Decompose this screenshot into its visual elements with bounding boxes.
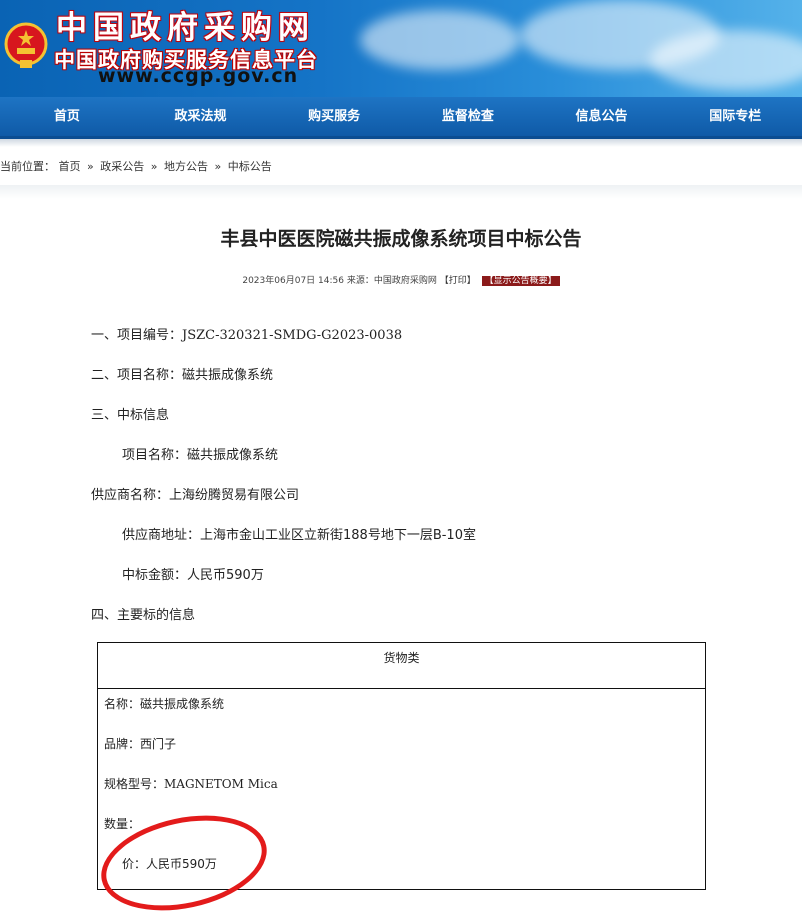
meta-source: 来源：中国政府采购网 [346,276,437,286]
breadcrumb-procurement-notices[interactable]: 政采公告 [100,160,144,173]
goods-quantity: 数量： [104,817,141,831]
national-emblem-icon [4,22,48,68]
breadcrumb-award-notices[interactable]: 中标公告 [228,160,272,173]
banner-cloud [360,10,520,70]
print-link[interactable]: 【打印】 [440,276,476,286]
supplier-name-line: 供应商名称：上海纷腾贸易有限公司 [91,488,300,503]
article-top-shadow [0,185,802,199]
goods-name: 名称：磁共振成像系统 [104,697,225,711]
goods-brand: 品牌：西门子 [104,737,177,751]
nav-shadow [0,139,802,147]
supplier-address-line: 供应商地址：上海市金山工业区立新街188号地下一层B-10室 [122,528,476,543]
goods-table-header: 货物类 [98,643,705,689]
breadcrumb-local-notices[interactable]: 地方公告 [164,160,208,173]
breadcrumb-home[interactable]: 首页 [59,160,81,173]
award-info-heading: 三、中标信息 [91,408,170,423]
project-name-line: 二、项目名称：磁共振成像系统 [91,368,274,383]
banner-cloud [650,30,802,90]
award-amount-line: 中标金额：人民币590万 [122,568,264,583]
breadcrumb-prefix: 当前位置： [0,160,55,173]
nav-item-purchase-services[interactable]: 购买服务 [267,97,401,136]
main-info-heading: 四、主要标的信息 [91,608,196,623]
show-summary-button[interactable]: 【显示公告概要】 [481,276,560,286]
article-meta: 2023年06月07日 14:56 来源：中国政府采购网 【打印】 【显示公告概… [0,273,802,286]
meta-date: 2023年06月07日 14:56 [242,276,344,286]
project-number-line: 一、项目编号：JSZC-320321-SMDG-G2023-0038 [91,328,403,343]
nav-item-home[interactable]: 首页 [0,97,134,136]
site-banner: 中国政府采购网 中国政府购买服务信息平台 www.ccgp.gov.cn [0,0,802,97]
award-project-name-line: 项目名称：磁共振成像系统 [122,448,279,463]
page-title: 丰县中医医院磁共振成像系统项目中标公告 [220,228,582,250]
nav-item-announcements[interactable]: 信息公告 [535,97,669,136]
nav-item-international[interactable]: 国际专栏 [668,97,802,136]
goods-model: 规格型号：MAGNETOM Mica [104,777,278,791]
site-title: 中国政府采购网 [56,10,315,46]
breadcrumb-separator: » [150,160,158,173]
breadcrumb: 当前位置： 首页 » 政采公告 » 地方公告 » 中标公告 [0,158,272,174]
nav-item-regulations[interactable]: 政采法规 [134,97,268,136]
breadcrumb-separator: » [214,160,222,173]
site-url[interactable]: www.ccgp.gov.cn [98,65,298,87]
breadcrumb-separator: » [87,160,94,173]
nav-item-supervision[interactable]: 监督检查 [401,97,535,136]
main-nav: 首页 政采法规 购买服务 监督检查 信息公告 国际专栏 [0,97,802,139]
